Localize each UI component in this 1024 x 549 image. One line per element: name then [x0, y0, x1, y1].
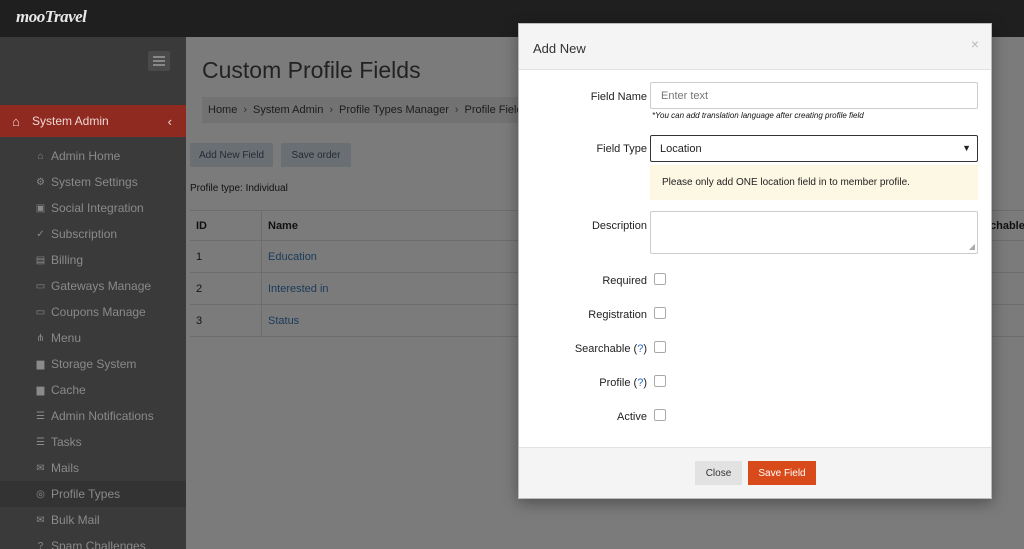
row-id: 3 [196, 314, 203, 327]
searchable-label: Searchable (?) [574, 343, 647, 355]
mail-icon: ✉ [36, 462, 45, 474]
modal-footer: Close Save Field [519, 447, 991, 498]
sidebar-section-label: System Admin [32, 114, 109, 128]
sidebar-item-spam-challenges[interactable]: ? Spam Challenges [0, 533, 186, 549]
registration-label: Registration [588, 309, 647, 321]
searchable-help-link[interactable]: ? [637, 343, 643, 355]
breadcrumb-profile-types-manager[interactable]: Profile Types Manager [339, 104, 449, 116]
add-new-field-button[interactable]: Add New Field [190, 143, 273, 167]
column-header-name: Name [268, 219, 298, 232]
sidebar-item-storage-system[interactable]: ▆ Storage System [0, 351, 186, 377]
profile-type-label: Profile type: Individual [190, 183, 288, 194]
field-name-input[interactable] [650, 82, 978, 109]
sidebar-item-admin-notifications[interactable]: ☰ Admin Notifications [0, 403, 186, 429]
save-order-button[interactable]: Save order [281, 143, 351, 167]
sidebar-item-gateways-manage[interactable]: ▭ Gateways Manage [0, 273, 186, 299]
breadcrumb-system-admin[interactable]: System Admin [253, 104, 323, 116]
modal-header: Add New × [519, 24, 991, 70]
searchable-checkbox[interactable] [654, 341, 666, 353]
page-title: Custom Profile Fields [202, 57, 421, 83]
row-id: 2 [196, 282, 203, 295]
registration-checkbox[interactable] [654, 307, 666, 319]
resize-handle-icon[interactable]: ◢ [969, 243, 975, 251]
add-new-modal: Add New × Field Name *You can add transl… [518, 23, 992, 499]
location-notice: Please only add ONE location field in to… [650, 165, 978, 200]
row-name-link[interactable]: Education [268, 241, 317, 272]
question-icon: ? [37, 540, 44, 549]
active-label: Active [617, 411, 647, 423]
sidebar-item-social-integration[interactable]: ▣ Social Integration [0, 195, 186, 221]
tasks-icon: ☰ [36, 436, 45, 448]
column-header-searchable: chable [990, 219, 1024, 232]
home-icon: ⌂ [37, 150, 44, 162]
save-field-button[interactable]: Save Field [748, 461, 816, 485]
list-icon: ☰ [36, 410, 45, 422]
sidebar-item-subscription[interactable]: ✓ Subscription [0, 221, 186, 247]
field-type-label: Field Type [596, 143, 647, 155]
chevron-down-icon: ▼ [962, 143, 971, 153]
sidebar-item-cache[interactable]: ▆ Cache [0, 377, 186, 403]
sidebar-menu: ⌂ Admin Home ⚙ System Settings ▣ Social Int… [0, 143, 186, 549]
sidebar-item-billing[interactable]: ▤ Billing [0, 247, 186, 273]
check-circle-icon: ◎ [36, 488, 45, 500]
required-label: Required [602, 275, 647, 287]
file-icon: ▆ [36, 384, 45, 396]
envelope-icon: ✉ [36, 514, 45, 526]
sidebar-item-system-settings[interactable]: ⚙ System Settings [0, 169, 186, 195]
row-name-link[interactable]: Status [268, 305, 299, 336]
close-button[interactable]: Close [695, 461, 742, 485]
description-label: Description [591, 220, 647, 232]
sidebar-item-bulk-mail[interactable]: ✉ Bulk Mail [0, 507, 186, 533]
field-type-value: Location [660, 142, 702, 155]
required-checkbox[interactable] [654, 273, 666, 285]
profile-help-link[interactable]: ? [637, 377, 643, 389]
description-textarea[interactable]: ◢ [650, 211, 978, 254]
profile-checkbox[interactable] [654, 375, 666, 387]
sidebar-item-coupons-manage[interactable]: ▭ Coupons Manage [0, 299, 186, 325]
storage-icon: ▆ [36, 358, 45, 370]
chevron-left-icon: ‹ [167, 113, 172, 129]
breadcrumb-home[interactable]: Home [208, 104, 237, 116]
modal-title: Add New [533, 41, 586, 56]
field-name-label: Field Name [590, 91, 647, 103]
row-id: 1 [196, 250, 203, 263]
sidebar-item-menu[interactable]: ⋔ Menu [0, 325, 186, 351]
column-header-id: ID [196, 219, 207, 232]
sidebar-section-system-admin[interactable]: ⌂ System Admin ‹ [0, 105, 186, 137]
card-icon: ▭ [35, 280, 46, 292]
share-icon: ▣ [35, 202, 46, 214]
sidebar-item-mails[interactable]: ✉ Mails [0, 455, 186, 481]
check-icon: ✓ [36, 228, 45, 240]
close-icon[interactable]: × [971, 36, 979, 52]
document-icon: ▤ [35, 254, 46, 266]
field-type-select[interactable]: Location ▼ [650, 135, 978, 162]
profile-label: Profile (?) [599, 377, 647, 389]
sitemap-icon: ⋔ [36, 332, 45, 344]
breadcrumb: Home › System Admin › Profile Types Mana… [202, 97, 532, 123]
sidebar-item-admin-home[interactable]: ⌂ Admin Home [0, 143, 186, 169]
active-checkbox[interactable] [654, 409, 666, 421]
gear-icon: ⚙ [36, 176, 45, 188]
sidebar-item-profile-types[interactable]: ◎ Profile Types [0, 481, 186, 507]
ticket-icon: ▭ [35, 306, 46, 318]
sidebar: ⌂ System Admin ‹ ⌂ Admin Home ⚙ System Set… [0, 37, 186, 549]
menu-toggle-button[interactable] [148, 51, 170, 71]
brand-logo[interactable]: mooTravel [16, 7, 87, 27]
row-name-link[interactable]: Interested in [268, 273, 329, 304]
sidebar-item-tasks[interactable]: ☰ Tasks [0, 429, 186, 455]
home-icon: ⌂ [12, 113, 20, 129]
translation-hint: *You can add translation language after … [652, 111, 864, 120]
